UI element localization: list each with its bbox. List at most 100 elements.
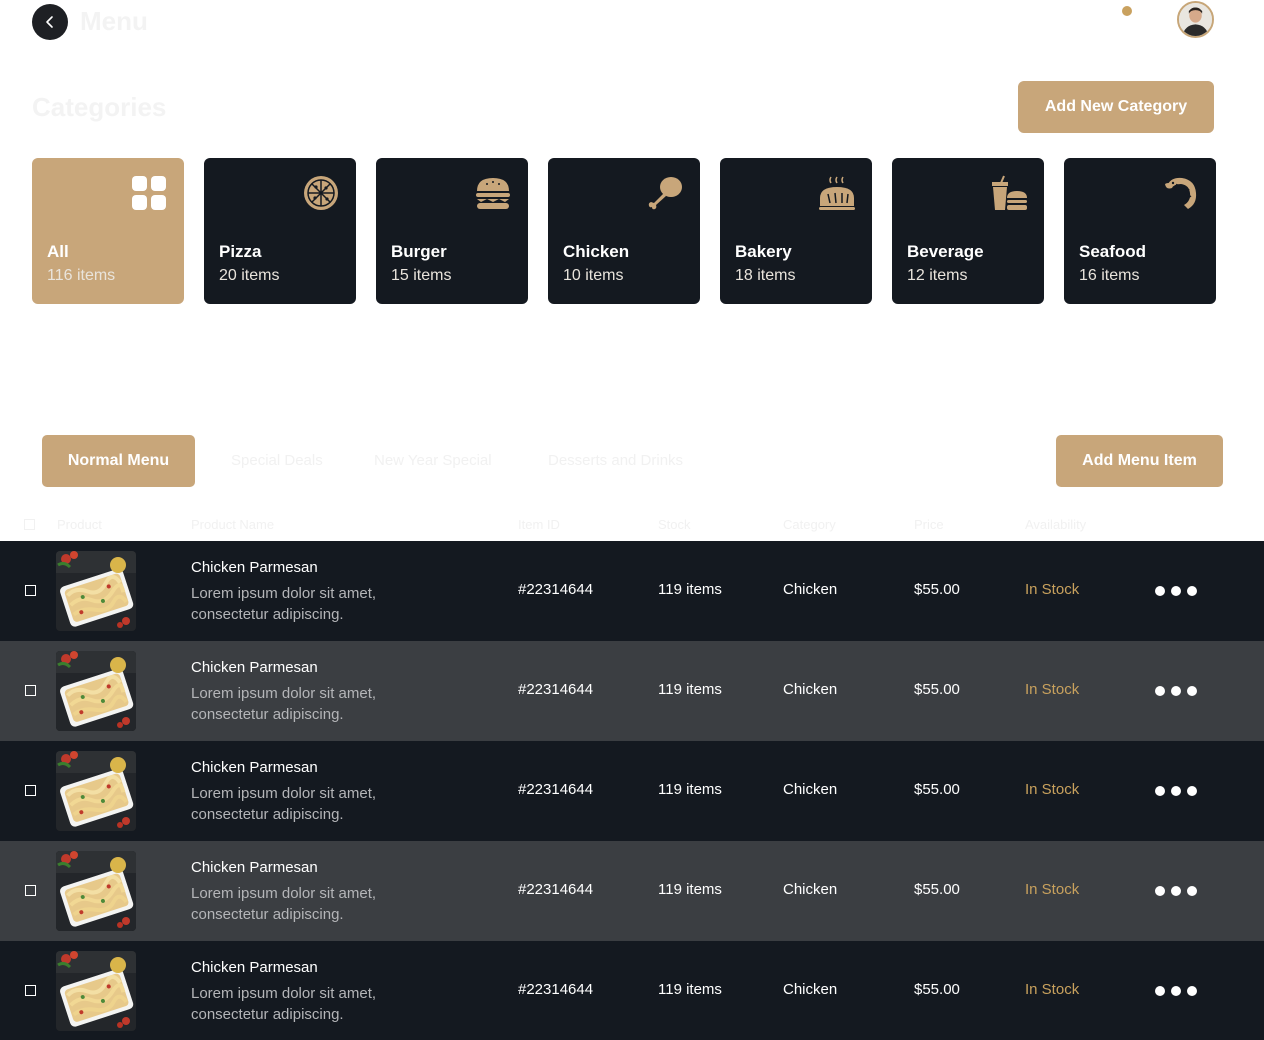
- category-cell: Chicken: [783, 981, 838, 998]
- category-cell: Chicken: [783, 681, 838, 698]
- price-cell: $55.00: [914, 581, 960, 598]
- category-card-all[interactable]: All 116 items: [32, 158, 184, 304]
- availability-status: In Stock: [1025, 681, 1080, 698]
- dish-image: [56, 951, 136, 1031]
- item-id: #22314644: [518, 981, 594, 998]
- categories-title: Categories: [32, 92, 167, 122]
- product-description: Lorem ipsum dolor sit amet, consectetur …: [191, 885, 377, 923]
- category-card-pizza[interactable]: Pizza 20 items: [204, 158, 356, 304]
- category-count: 20 items: [219, 267, 280, 284]
- dish-image: [56, 851, 136, 931]
- stock-count: 119 items: [658, 781, 722, 798]
- category-card-beverage[interactable]: Beverage 12 items: [892, 158, 1044, 304]
- product-name: Chicken Parmesan: [191, 759, 318, 776]
- product-name: Chicken Parmesan: [191, 659, 318, 676]
- category-name: Chicken: [563, 242, 630, 261]
- category-card-burger[interactable]: Burger 15 items: [376, 158, 528, 304]
- column-header-stock: Stock: [658, 517, 691, 532]
- table-row[interactable]: Chicken Parmesan Lorem ipsum dolor sit a…: [0, 541, 1264, 641]
- product-thumbnail: [56, 551, 136, 631]
- stock-count: 119 items: [658, 681, 722, 698]
- page-title: Menu: [80, 6, 148, 36]
- category-count: 10 items: [563, 267, 624, 284]
- back-button[interactable]: [32, 4, 68, 40]
- category-name: Beverage: [907, 242, 984, 261]
- price-cell: $55.00: [914, 881, 960, 898]
- drink-icon: [992, 175, 1027, 210]
- product-description: Lorem ipsum dolor sit amet, consectetur …: [191, 585, 377, 623]
- dish-image: [56, 551, 136, 631]
- category-count: 18 items: [735, 267, 796, 284]
- price-cell: $55.00: [914, 781, 960, 798]
- stock-count: 119 items: [658, 581, 722, 598]
- tab-special-deals[interactable]: Special Deals: [231, 452, 323, 469]
- chicken-leg-icon: [648, 177, 682, 210]
- category-card-seafood[interactable]: Seafood 16 items: [1064, 158, 1216, 304]
- item-id: #22314644: [518, 781, 594, 798]
- dish-image: [56, 651, 136, 731]
- tab-normal-menu[interactable]: Normal Menu: [42, 435, 195, 487]
- shrimp-icon: [1165, 177, 1197, 209]
- more-options-icon[interactable]: [1155, 886, 1197, 896]
- select-all-checkbox[interactable]: [24, 519, 35, 530]
- product-thumbnail: [56, 951, 136, 1031]
- more-options-icon[interactable]: [1155, 786, 1197, 796]
- product-name: Chicken Parmesan: [191, 959, 318, 976]
- add-new-category-button[interactable]: Add New Category: [1018, 81, 1214, 133]
- more-options-icon[interactable]: [1155, 586, 1197, 596]
- category-name: All: [47, 242, 69, 261]
- product-name: Chicken Parmesan: [191, 859, 318, 876]
- product-description: Lorem ipsum dolor sit amet, consectetur …: [191, 785, 377, 823]
- category-card-chicken[interactable]: Chicken 10 items: [548, 158, 700, 304]
- product-thumbnail: [56, 751, 136, 831]
- avatar[interactable]: [1177, 1, 1214, 38]
- category-count: 116 items: [47, 267, 116, 284]
- more-options-icon[interactable]: [1155, 686, 1197, 696]
- table-row[interactable]: Chicken Parmesan Lorem ipsum dolor sit a…: [0, 741, 1264, 841]
- stock-count: 119 items: [658, 981, 722, 998]
- pizza-icon: [304, 176, 338, 210]
- category-cell: Chicken: [783, 781, 838, 798]
- category-name: Bakery: [735, 242, 792, 261]
- chevron-left-icon: [46, 16, 53, 28]
- price-cell: $55.00: [914, 681, 960, 698]
- row-checkbox[interactable]: [25, 585, 36, 596]
- bread-icon: [819, 176, 855, 210]
- row-checkbox[interactable]: [25, 685, 36, 696]
- category-cell: Chicken: [783, 581, 838, 598]
- column-header-availability: Availability: [1025, 517, 1087, 532]
- notification-icon[interactable]: [1122, 6, 1132, 16]
- category-count: 12 items: [907, 267, 968, 284]
- availability-status: In Stock: [1025, 981, 1080, 998]
- column-header-price: Price: [914, 517, 944, 532]
- row-checkbox[interactable]: [25, 885, 36, 896]
- availability-status: In Stock: [1025, 881, 1080, 898]
- column-header-category: Category: [783, 517, 836, 532]
- add-menu-item-button[interactable]: Add Menu Item: [1056, 435, 1223, 487]
- product-description: Lorem ipsum dolor sit amet, consectetur …: [191, 985, 377, 1023]
- more-options-icon[interactable]: [1155, 986, 1197, 996]
- column-header-product-name: Product Name: [191, 517, 275, 532]
- category-count: 15 items: [391, 267, 452, 284]
- table-row[interactable]: Chicken Parmesan Lorem ipsum dolor sit a…: [0, 641, 1264, 741]
- row-checkbox[interactable]: [25, 785, 36, 796]
- grid-icon: [132, 176, 166, 210]
- item-id: #22314644: [518, 681, 594, 698]
- tab-desserts-and-drinks[interactable]: Desserts and Drinks: [548, 452, 683, 469]
- column-header-product: Product: [57, 517, 102, 532]
- item-id: #22314644: [518, 581, 594, 598]
- tab-new-year-special[interactable]: New Year Special: [374, 452, 492, 469]
- item-id: #22314644: [518, 881, 594, 898]
- category-card-bakery[interactable]: Bakery 18 items: [720, 158, 872, 304]
- availability-status: In Stock: [1025, 581, 1080, 598]
- dish-image: [56, 751, 136, 831]
- category-name: Burger: [391, 242, 447, 261]
- table-row[interactable]: Chicken Parmesan Lorem ipsum dolor sit a…: [0, 841, 1264, 941]
- product-description: Lorem ipsum dolor sit amet, consectetur …: [191, 685, 377, 723]
- category-count: 16 items: [1079, 267, 1140, 284]
- price-cell: $55.00: [914, 981, 960, 998]
- product-thumbnail: [56, 851, 136, 931]
- table-row[interactable]: Chicken Parmesan Lorem ipsum dolor sit a…: [0, 941, 1264, 1040]
- stock-count: 119 items: [658, 881, 722, 898]
- row-checkbox[interactable]: [25, 985, 36, 996]
